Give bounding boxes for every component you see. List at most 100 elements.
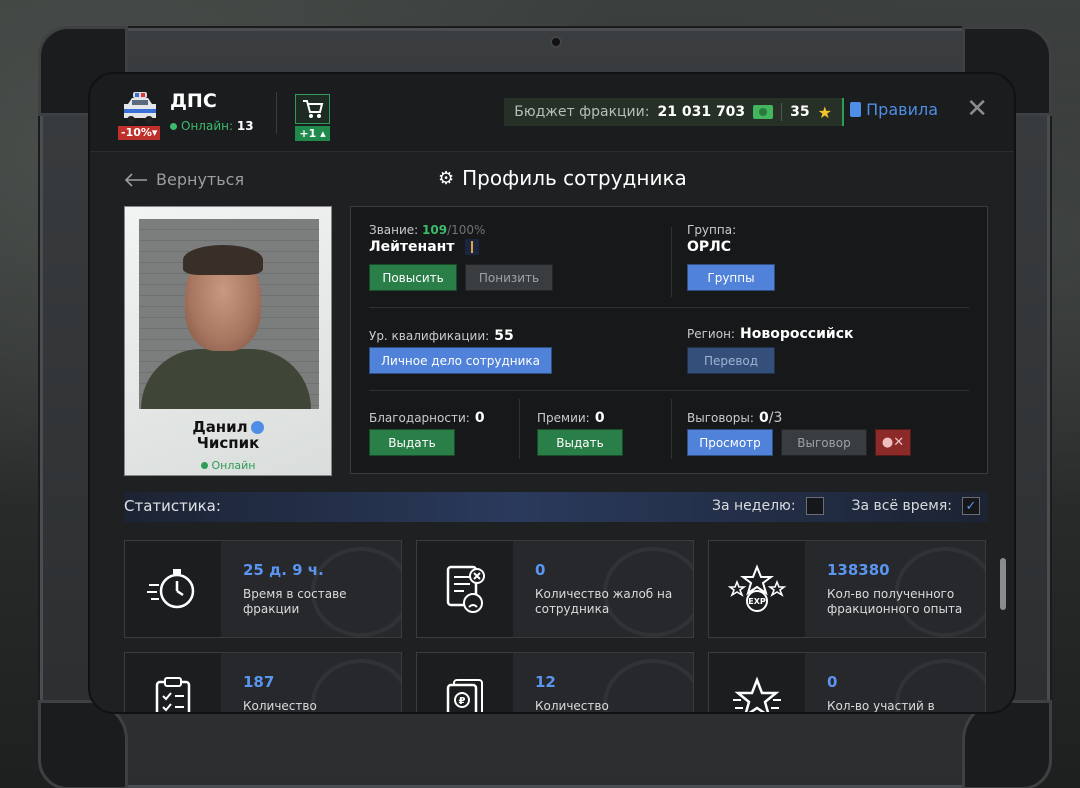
- employee-status: Онлайн: [125, 459, 331, 472]
- period-filters: За неделю: За всё время: ✓: [712, 497, 980, 515]
- region-label: Регион:: [687, 327, 735, 341]
- region-value: Новороссийск: [740, 326, 854, 342]
- employee-card: Данил Чиспик Онлайн: [124, 206, 332, 476]
- stat-label: Количество: [243, 699, 317, 713]
- personal-file-button[interactable]: Личное дело сотрудника: [369, 347, 552, 374]
- promote-button[interactable]: Повысить: [369, 264, 457, 291]
- qualification-label: Ур. квалификации:: [369, 329, 490, 343]
- rank-name: Лейтенант: [369, 239, 455, 255]
- divider: [369, 307, 969, 308]
- arrow-down-icon: ▾: [151, 126, 158, 139]
- money-icon: [753, 105, 774, 119]
- divider: [671, 399, 672, 459]
- cart-badge: +1 ▴: [295, 126, 330, 141]
- divider: [276, 92, 277, 134]
- give-reprimand-button[interactable]: Выговор: [781, 429, 867, 456]
- bonus-label: Премии:: [537, 411, 590, 425]
- budget-label: Бюджет фракции:: [514, 104, 650, 120]
- shop-cart-button[interactable]: [295, 94, 330, 124]
- employee-last-name: Чиспик: [196, 434, 260, 452]
- region-cell: Регион: Новороссийск: [687, 323, 854, 342]
- rank-progress-suffix: /100%: [447, 223, 486, 237]
- online-indicator: Онлайн: 13: [170, 119, 254, 133]
- budget-value: 21 031 703: [657, 104, 746, 120]
- qualification-cell: Ур. квалификации: 55: [369, 325, 514, 344]
- police-car-icon: [124, 92, 156, 124]
- faction-budget: Бюджет фракции: 21 031 703 35 ★: [504, 98, 844, 126]
- page-title-text: Профиль сотрудника: [462, 166, 687, 190]
- remove-reprimand-button[interactable]: ●✕: [875, 429, 911, 456]
- stars-value: 35: [790, 104, 810, 120]
- complaint-icon: [417, 541, 513, 637]
- qualification-value: 55: [494, 328, 514, 344]
- header: -10%▾ ДПС Онлайн: 13 +1 ▴ Бюджет фракции…: [90, 74, 1014, 152]
- stat-card: 0 Количество жалоб на сотрудника: [416, 540, 694, 638]
- info-panel: Звание: 109/100% Лейтенант Повысить Пони…: [350, 206, 988, 474]
- arrow-up-icon: ▴: [320, 127, 326, 140]
- discount-badge: -10%▾: [118, 126, 161, 140]
- star-icon: [709, 653, 805, 712]
- week-checkbox[interactable]: [805, 497, 824, 515]
- reprimand-label: Выговоры:: [687, 411, 754, 425]
- thanks-value: 0: [474, 410, 485, 426]
- group-cell: Группа: ОРЛС: [687, 223, 736, 255]
- stat-card: 187 Количество: [124, 652, 402, 713]
- rank-insignia-icon: [465, 239, 480, 255]
- camera-dot: [550, 36, 562, 48]
- back-label: Вернуться: [156, 170, 245, 189]
- stat-value: 25 д. 9 ч.: [243, 561, 324, 579]
- svg-text:EXP: EXP: [748, 597, 766, 606]
- exp-stars-icon: EXP: [709, 541, 805, 637]
- stat-value: 0: [827, 673, 838, 691]
- stat-card: 0 Кол-во участий в: [708, 652, 986, 713]
- alltime-filter-label: За всё время:: [851, 498, 952, 514]
- star-icon: ★: [817, 102, 832, 122]
- back-button[interactable]: Вернуться: [124, 170, 244, 189]
- give-thanks-button[interactable]: Выдать: [369, 429, 455, 456]
- close-button[interactable]: ✕: [966, 94, 988, 124]
- group-name: ОРЛС: [687, 239, 732, 255]
- demote-button[interactable]: Понизить: [465, 264, 553, 291]
- rank-line: Звание: 109/100%: [369, 223, 485, 237]
- stat-label: Кол-во участий в: [827, 699, 935, 713]
- divider: [671, 227, 672, 297]
- stat-value: 138380: [827, 561, 890, 579]
- checkmark-icon: ✓: [965, 498, 977, 514]
- week-filter-label: За неделю:: [712, 498, 796, 514]
- rank-label: Звание:: [369, 223, 419, 237]
- tablet-screen: -10%▾ ДПС Онлайн: 13 +1 ▴ Бюджет фракции…: [88, 72, 1016, 714]
- online-dot-icon: [200, 462, 208, 469]
- rank-progress: 109: [422, 223, 448, 237]
- money-doc-icon: ₽: [417, 653, 513, 712]
- user-icon: [250, 421, 264, 434]
- svg-text:₽: ₽: [459, 696, 466, 707]
- stat-label: Кол-во полученного фракционного опыта: [827, 587, 963, 616]
- stat-value: 12: [535, 673, 556, 691]
- groups-button[interactable]: Группы: [687, 264, 775, 291]
- stat-label: Время в составе фракции: [243, 587, 347, 616]
- online-label: Онлайн:: [181, 119, 234, 133]
- divider: [781, 103, 783, 121]
- view-reprimands-button[interactable]: Просмотр: [687, 429, 773, 456]
- user-remove-icon: ●✕: [881, 435, 905, 450]
- divider: [519, 399, 520, 459]
- transfer-button[interactable]: Перевод: [687, 347, 775, 374]
- rank-name-line: Лейтенант: [369, 239, 485, 255]
- arrow-left-icon: [124, 172, 147, 187]
- alltime-checkbox[interactable]: ✓: [962, 497, 980, 515]
- group-label: Группа:: [687, 223, 737, 237]
- give-bonus-button[interactable]: Выдать: [537, 429, 623, 456]
- thanks-cell: Благодарности: 0: [369, 407, 485, 426]
- stat-card: 25 д. 9 ч. Время в составе фракции: [124, 540, 402, 638]
- gear-icon: ⚙: [438, 167, 455, 189]
- bonus-cell: Премии: 0: [537, 407, 605, 426]
- document-icon: [850, 102, 862, 117]
- statistics-title: Статистика:: [124, 497, 221, 515]
- employee-photo: [139, 219, 319, 409]
- scrollbar[interactable]: [1000, 558, 1006, 610]
- faction-name: ДПС: [170, 90, 217, 112]
- online-count: 13: [236, 119, 254, 133]
- page-title: ⚙ Профиль сотрудника: [438, 166, 687, 190]
- rules-button[interactable]: Правила: [850, 100, 938, 119]
- photo-shoulders: [141, 349, 311, 409]
